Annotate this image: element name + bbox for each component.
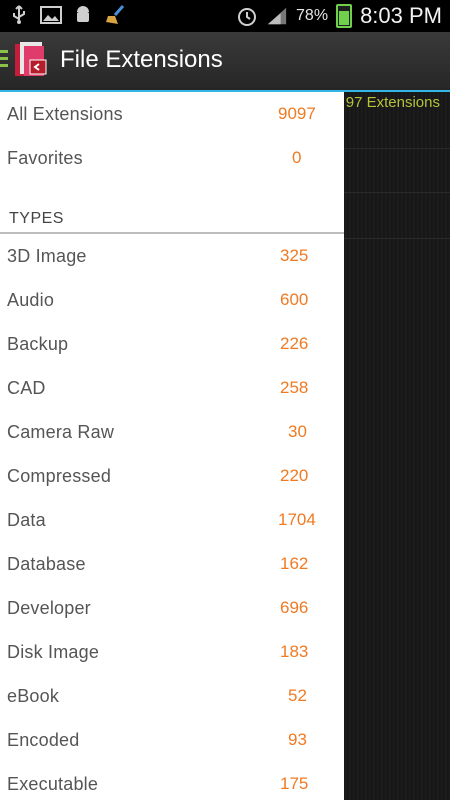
drawer-item-count: 0 [292, 148, 302, 167]
type-count: 162 [280, 554, 309, 573]
drawer-item-favorites[interactable]: Favorites 0 [0, 136, 344, 180]
alarm-icon [236, 5, 258, 27]
type-label: Executable [7, 773, 99, 794]
divider [344, 192, 450, 193]
type-label: 3D Image [7, 245, 87, 266]
drawer-item-label: All Extensions [7, 103, 123, 124]
type-label: Encoded [7, 729, 80, 750]
status-bar: 78% 8:03 PM [0, 0, 450, 32]
navigation-drawer: All Extensions 9097 Favorites 0 TYPES 3D… [0, 92, 344, 800]
type-label: Data [7, 509, 46, 530]
type-item-executable[interactable]: Executable 175 [0, 762, 344, 800]
type-count: 175 [280, 774, 309, 793]
type-count: 226 [280, 334, 309, 353]
type-count: 600 [280, 290, 309, 309]
type-count: 1704 [278, 510, 316, 529]
battery-icon [336, 4, 353, 28]
type-count: 220 [280, 466, 309, 485]
type-label: Developer [7, 597, 91, 618]
status-left-icons [8, 4, 126, 26]
type-count: 183 [280, 642, 309, 661]
divider [344, 148, 450, 149]
types-section-header: TYPES [0, 180, 344, 234]
type-item-encoded[interactable]: Encoded 93 [0, 718, 344, 762]
signal-icon [266, 5, 288, 27]
image-icon [40, 4, 62, 26]
type-label: Backup [7, 333, 69, 354]
type-item-audio[interactable]: Audio 600 [0, 278, 344, 322]
type-item-ebook[interactable]: eBook 52 [0, 674, 344, 718]
divider [344, 238, 450, 239]
type-item-database[interactable]: Database 162 [0, 542, 344, 586]
type-count: 52 [288, 686, 307, 705]
app-logo[interactable] [12, 40, 52, 82]
type-label: Database [7, 553, 86, 574]
type-item-3d-image[interactable]: 3D Image 325 [0, 234, 344, 278]
type-item-developer[interactable]: Developer 696 [0, 586, 344, 630]
battery-percentage: 78% [296, 7, 329, 24]
type-item-disk-image[interactable]: Disk Image 183 [0, 630, 344, 674]
section-title: TYPES [9, 210, 64, 227]
type-item-cad[interactable]: CAD 258 [0, 366, 344, 410]
type-label: Compressed [7, 465, 112, 486]
status-right: 78% 8:03 PM [236, 0, 442, 32]
type-count: 325 [280, 246, 309, 265]
type-label: CAD [7, 377, 46, 398]
type-label: Disk Image [7, 641, 100, 662]
type-label: Camera Raw [7, 421, 115, 442]
type-count: 93 [288, 730, 307, 749]
usb-icon [8, 4, 30, 26]
drawer-item-label: Favorites [7, 147, 83, 168]
drawer-toggle-icon[interactable] [0, 50, 8, 71]
type-count: 696 [280, 598, 309, 617]
extensions-count-label: 97 Extensions [345, 94, 440, 111]
type-item-data[interactable]: Data 1704 [0, 498, 344, 542]
type-count: 30 [288, 422, 307, 441]
type-label: Audio [7, 289, 55, 310]
app-title: File Extensions [60, 46, 223, 73]
drawer-item-count: 9097 [278, 104, 316, 123]
type-count: 258 [280, 378, 309, 397]
android-debug-icon [72, 4, 94, 26]
type-item-camera-raw[interactable]: Camera Raw 30 [0, 410, 344, 454]
drawer-item-all-extensions[interactable]: All Extensions 9097 [0, 92, 344, 136]
type-item-backup[interactable]: Backup 226 [0, 322, 344, 366]
action-bar: File Extensions [0, 32, 450, 92]
broom-icon [104, 4, 126, 26]
clock: 8:03 PM [360, 3, 442, 28]
type-label: eBook [7, 685, 60, 706]
type-item-compressed[interactable]: Compressed 220 [0, 454, 344, 498]
